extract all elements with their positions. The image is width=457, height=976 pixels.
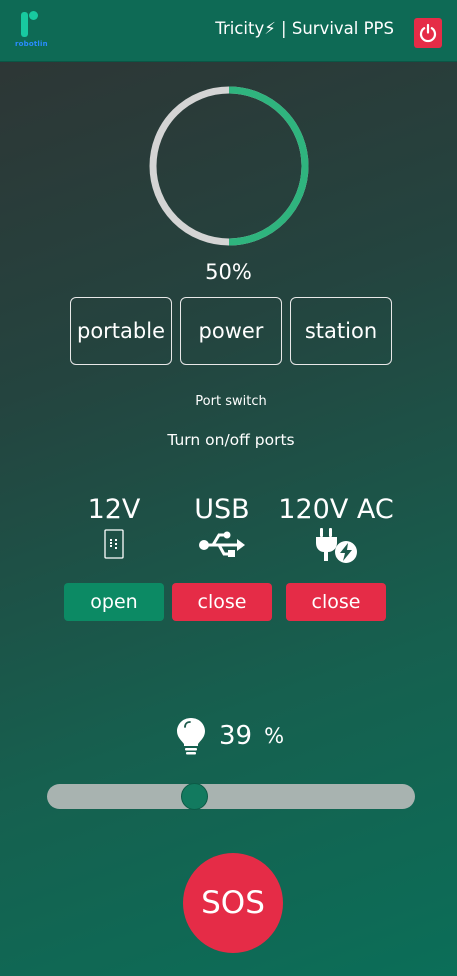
port-12v-icon — [104, 529, 124, 559]
battery-ring — [149, 86, 309, 246]
brightness-readout: 39 % — [176, 716, 284, 756]
brightness-value: 39 — [219, 721, 253, 751]
sos-button[interactable]: SOS — [183, 853, 283, 953]
brightness-slider[interactable] — [47, 783, 415, 810]
port-caption: Turn on/off ports — [167, 431, 295, 449]
brand-logo[interactable]: robotlin — [14, 8, 54, 50]
port-ac-toggle-button[interactable]: close — [286, 583, 386, 621]
battery-ring-fill — [228, 86, 309, 246]
brightness-slider-thumb[interactable] — [181, 783, 209, 810]
power-icon — [419, 23, 437, 43]
logo-text: robotlin — [15, 40, 48, 48]
word-box-station: station — [290, 297, 392, 365]
word-box-portable: portable — [70, 297, 172, 365]
usb-icon — [199, 531, 245, 557]
brightness-unit: % — [264, 724, 285, 748]
word-box-power: power — [180, 297, 282, 365]
battery-percent: 50% — [205, 260, 252, 284]
port-label-12v: 12V — [87, 494, 141, 525]
port-switch-title: Port switch — [195, 394, 267, 409]
port-label-usb: USB — [194, 494, 250, 525]
app-title: Tricity⚡ | Survival PPS — [215, 19, 394, 38]
app-header: robotlin Tricity⚡ | Survival PPS — [0, 0, 457, 62]
power-button[interactable] — [414, 18, 442, 48]
port-12v-toggle-button[interactable]: open — [64, 583, 164, 621]
ac-plug-icon — [316, 528, 357, 563]
lightbulb-icon — [177, 718, 205, 755]
port-usb-toggle-button[interactable]: close — [172, 583, 272, 621]
port-label-ac: 120V AC — [278, 494, 394, 525]
